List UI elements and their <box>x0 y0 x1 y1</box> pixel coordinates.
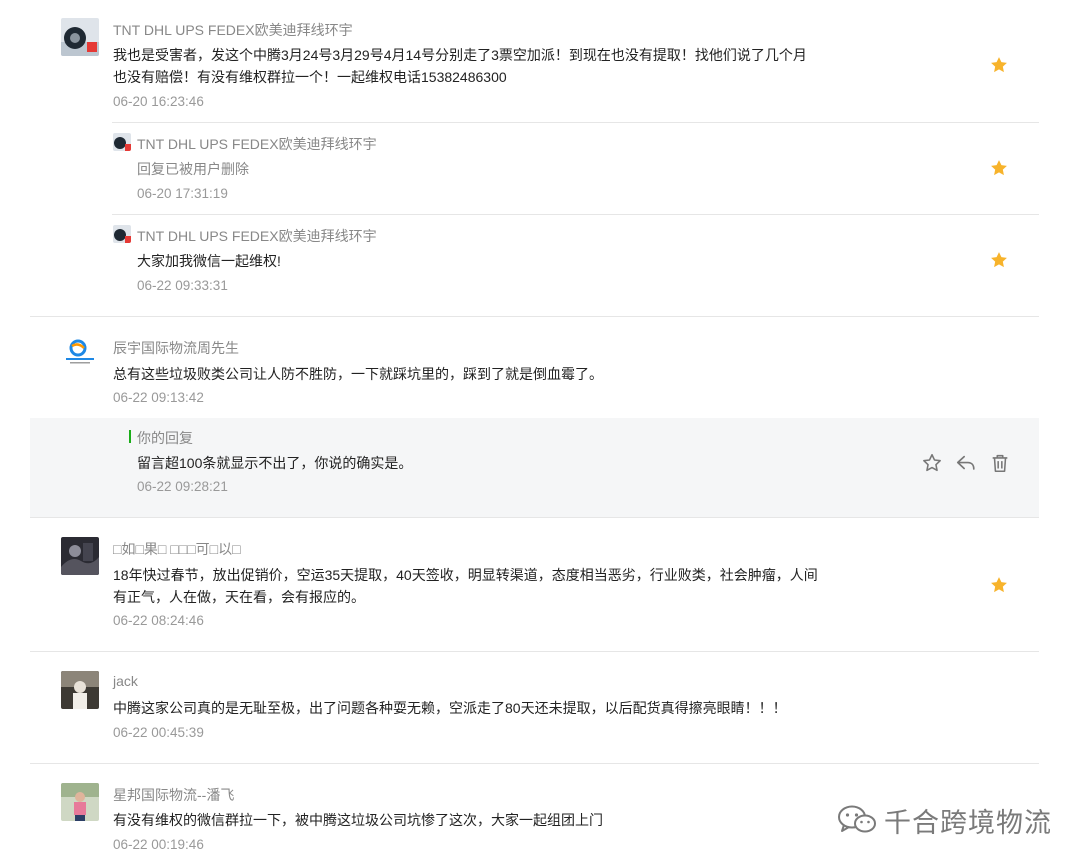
reply-icon[interactable] <box>955 452 977 474</box>
trash-icon[interactable] <box>989 452 1011 474</box>
comment-content-line: 我也是受害者，发这个中腾3月24号3月29号4月14号分别走了3票空加派！到现在… <box>113 47 807 63</box>
my-reply-time: 06-22 09:28:21 <box>137 479 228 494</box>
watermark-text: 千合跨境物流 <box>884 807 1052 839</box>
comment-nickname: □如□果□ □□□可□以□ <box>113 541 241 557</box>
comment-content-line: 有正气，人在做，天在看，会有报应的。 <box>113 589 365 605</box>
divider <box>30 316 1039 317</box>
avatar[interactable] <box>61 783 99 821</box>
comment-list: TNT DHL UPS FEDEX欧美迪拜线环宇 我也是受害者，发这个中腾3月2… <box>0 0 1080 867</box>
reply-content: 回复已被用户删除 <box>137 161 249 177</box>
comment-content: 18年快过春节，放出促销价，空运35天提取，40天签收，明显转渠道，态度相当恶劣… <box>113 564 833 608</box>
avatar[interactable] <box>113 133 131 151</box>
avatar[interactable] <box>61 671 99 709</box>
reply-nickname: TNT DHL UPS FEDEX欧美迪拜线环宇 <box>137 136 377 152</box>
comment-nickname: 辰宇国际物流周先生 <box>113 340 239 356</box>
star-icon[interactable] <box>989 55 1009 75</box>
comment-content: 我也是受害者，发这个中腾3月24号3月29号4月14号分别走了3票空加派！到现在… <box>113 44 833 88</box>
divider <box>30 517 1039 518</box>
avatar[interactable] <box>113 225 131 243</box>
wechat-icon <box>838 805 876 833</box>
avatar[interactable] <box>61 18 99 56</box>
avatar[interactable] <box>61 336 99 374</box>
my-reply-content: 留言超100条就显示不出了，你说的确实是。 <box>137 455 413 471</box>
reply-nickname: TNT DHL UPS FEDEX欧美迪拜线环宇 <box>137 228 377 244</box>
comment-time: 06-22 08:24:46 <box>113 613 204 628</box>
star-icon[interactable] <box>989 575 1009 595</box>
comment-time: 06-22 00:45:39 <box>113 725 204 740</box>
star-icon[interactable] <box>989 158 1009 178</box>
comment-nickname: jack <box>113 673 138 689</box>
reply-time: 06-20 17:31:19 <box>137 186 228 201</box>
comment-content: 中腾这家公司真的是无耻至极，出了问题各种耍无赖，空派走了80天还未提取，以后配货… <box>113 700 787 716</box>
comment-content: 有没有维权的微信群拉一下，被中腾这垃圾公司坑惨了这次，大家一起组团上门 <box>113 812 603 828</box>
star-icon[interactable] <box>989 250 1009 270</box>
divider <box>112 122 1039 123</box>
comment-time: 06-22 09:13:42 <box>113 390 204 405</box>
divider <box>30 651 1039 652</box>
comment-nickname: TNT DHL UPS FEDEX欧美迪拜线环宇 <box>113 22 353 38</box>
divider <box>112 214 1039 215</box>
star-outline-icon[interactable] <box>921 452 943 474</box>
reply-content: 大家加我微信一起维权! <box>137 253 281 269</box>
my-reply-label: 你的回复 <box>137 430 193 446</box>
comment-time: 06-22 00:19:46 <box>113 837 204 852</box>
comment-time: 06-20 16:23:46 <box>113 94 204 109</box>
comment-nickname: 星邦国际物流--潘飞 <box>113 787 235 803</box>
comment-content-line: 也没有赔偿！有没有维权群拉一个！一起维权电话15382486300 <box>113 69 507 85</box>
comment-content-line: 18年快过春节，放出促销价，空运35天提取，40天签收，明显转渠道，态度相当恶劣… <box>113 567 818 583</box>
my-reply-marker <box>129 430 131 443</box>
comment-content: 总有这些垃圾败类公司让人防不胜防，一下就踩坑里的，踩到了就是倒血霉了。 <box>113 366 603 382</box>
account-watermark: 千合跨境物流 <box>836 802 1052 839</box>
divider <box>30 763 1039 764</box>
reply-time: 06-22 09:33:31 <box>137 278 228 293</box>
avatar[interactable] <box>61 537 99 575</box>
